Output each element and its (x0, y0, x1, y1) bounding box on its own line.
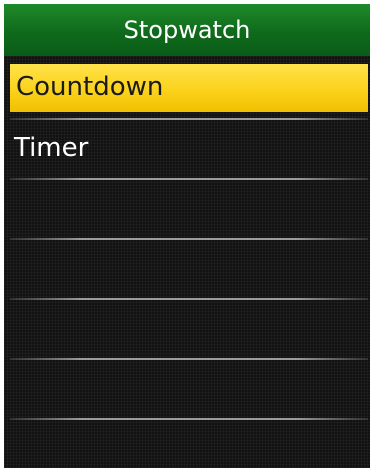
device-frame: Stopwatch Countdown Timer (0, 0, 376, 472)
page-title: Stopwatch (123, 16, 251, 44)
menu-item-label: Countdown (16, 72, 164, 102)
menu-item-empty[interactable] (4, 359, 370, 419)
menu-item-countdown[interactable]: Countdown (10, 64, 368, 112)
device-screen: Stopwatch Countdown Timer (4, 4, 370, 468)
menu-list: Countdown Timer (4, 60, 370, 464)
menu-item-label: Timer (14, 133, 89, 163)
menu-item-timer[interactable]: Timer (4, 119, 370, 179)
divider (10, 418, 368, 420)
menu-item-empty[interactable] (4, 179, 370, 239)
menu-item-empty[interactable] (4, 239, 370, 299)
title-bar: Stopwatch (4, 4, 370, 56)
menu-item-empty[interactable] (4, 299, 370, 359)
